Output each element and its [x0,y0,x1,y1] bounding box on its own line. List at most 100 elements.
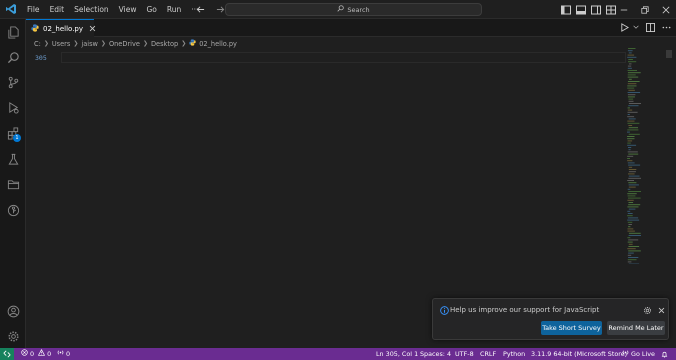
extensions-icon[interactable]: 1 [0,122,26,144]
ports-indicator[interactable]: 0 [57,348,70,360]
go-live-button[interactable]: Go Live [622,348,655,360]
minimap-line [627,67,632,69]
error-count: 0 [30,350,35,358]
minimap-line [627,140,633,142]
run-python-file-icon[interactable] [620,22,630,34]
minimap-line [627,116,635,118]
account-icon[interactable] [0,300,26,322]
problems-indicator[interactable]: 0 0 [21,348,51,360]
tab-02-hello-py[interactable]: 02_hello.py [26,19,96,37]
minimap-line [628,204,641,206]
minimap-line [627,136,635,137]
encoding[interactable]: UTF-8 [455,348,474,360]
minimap-line [628,98,634,100]
command-center-search[interactable]: Search [225,3,482,16]
indentation[interactable]: Spaces: 4 [420,348,451,360]
menu-bar: File Edit Selection View Go Run ··· [22,0,203,19]
minimap-line [628,182,637,184]
split-editor-icon[interactable] [646,22,655,34]
minimap-line [628,175,640,177]
minimap-line [627,195,636,197]
folder-icon[interactable] [0,173,26,195]
history-navigation [194,0,226,19]
scrollbar-thumb[interactable] [666,50,672,58]
minimap-line [627,72,641,74]
notification-settings-gear-icon[interactable] [642,305,652,315]
minimap-line [628,105,639,107]
minimap-line [628,78,632,80]
minimap-line [628,191,641,192]
minimap-line [627,162,635,164]
status-bar: 0 0 0 Ln 305, Col 1 Spaces: 4 UTF-8 CRLF… [0,348,676,360]
minimap-line [627,193,637,195]
minimap-line [627,180,634,181]
layout-controls [560,0,616,19]
minimap-line [628,89,635,91]
menu-selection[interactable]: Selection [69,0,114,19]
python-interpreter[interactable]: 3.11.9 64-bit (Microsoft Store) [531,348,627,360]
minimap-line [627,254,632,256]
minimap-line [628,239,639,241]
source-control-icon[interactable] [0,71,26,93]
minimap-line [627,158,630,159]
files-icon[interactable] [0,21,26,43]
minimap-line [627,199,634,201]
minimap-line [628,177,641,179]
breadcrumb-item-file[interactable]: 02_hello.py [199,40,237,48]
cursor-position[interactable]: Ln 305, Col 1 [376,348,418,360]
bell-icon[interactable] [661,348,668,360]
language-mode[interactable]: Python [503,348,525,360]
minimap[interactable] [627,48,641,264]
breadcrumb-item-desktop[interactable]: Desktop [151,40,178,48]
minimap-line [627,259,637,261]
minimap-line [627,188,631,190]
breadcrumb-item-drive[interactable]: C: [34,40,41,48]
close-tab-icon[interactable] [89,24,96,33]
take-short-survey-button[interactable]: Take Short Survey [541,321,602,335]
search-label: Search [347,5,370,14]
close-notification-icon[interactable] [656,305,666,315]
line-number-gutter: 305 [26,50,60,348]
minimap-line [628,59,633,60]
title-bar: File Edit Selection View Go Run ··· Sear… [0,0,676,19]
vertical-scrollbar[interactable] [666,50,672,290]
more-actions-icon[interactable] [662,23,671,34]
testing-icon[interactable] [0,148,26,170]
settings-gear-icon[interactable] [0,325,26,347]
line-number: 305 [35,54,47,62]
menu-edit[interactable]: Edit [45,0,70,19]
error-icon [21,348,28,360]
minimap-line [627,138,635,140]
close-window-icon[interactable] [655,0,676,19]
toggle-primary-sidebar-icon[interactable] [560,4,571,15]
chevron-right-icon: ❯ [181,40,187,47]
minimize-icon[interactable] [613,0,634,19]
menu-view[interactable]: View [114,0,142,19]
ports-count: 0 [66,350,71,358]
menu-run[interactable]: Run [162,0,186,19]
remind-me-later-button[interactable]: Remind Me Later [607,321,665,335]
toggle-panel-icon[interactable] [575,4,586,15]
current-line-highlight [61,52,626,63]
breadcrumb-item-jaisw[interactable]: jaisw [81,40,98,48]
run-debug-icon[interactable] [0,96,26,118]
gitlens-icon[interactable] [0,199,26,221]
search-view-icon[interactable] [0,46,26,68]
minimap-line [627,237,631,239]
breadcrumb-item-onedrive[interactable]: OneDrive [109,40,140,48]
menu-file[interactable]: File [22,0,45,19]
restore-icon[interactable] [634,0,655,19]
minimap-line [627,122,640,124]
minimap-line [627,230,635,232]
menu-go[interactable]: Go [141,0,161,19]
back-arrow-icon[interactable] [194,4,206,16]
end-of-line[interactable]: CRLF [480,348,496,360]
minimap-line [628,48,636,49]
run-options-chevron-down-icon[interactable] [633,24,639,32]
go-live-label: Go Live [631,350,655,358]
toggle-secondary-sidebar-icon[interactable] [590,4,601,15]
minimap-line [627,111,638,113]
remote-indicator-icon[interactable] [0,348,14,360]
breadcrumb-item-users[interactable]: Users [52,40,70,48]
minimap-line [627,151,638,153]
